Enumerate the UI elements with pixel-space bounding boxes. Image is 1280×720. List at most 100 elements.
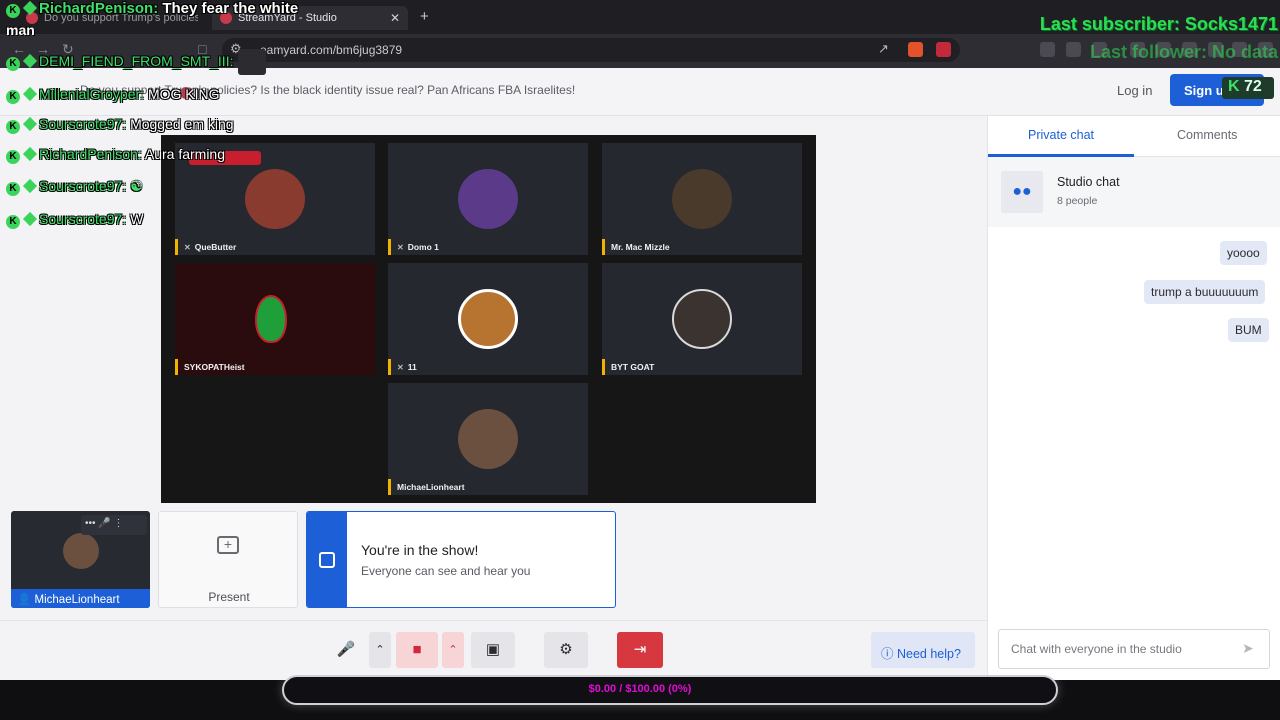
share-icon[interactable]: ↗ bbox=[878, 41, 889, 57]
participant-tile[interactable]: Mr. Mac Mizzle bbox=[602, 143, 802, 255]
last-subscriber-overlay: Last subscriber: Socks1471 bbox=[1039, 14, 1278, 34]
participant-name-tag: BYT GOAT bbox=[602, 359, 654, 375]
avatar bbox=[458, 409, 518, 469]
overlay-chat-message: K Sourscrote97: ☯ bbox=[6, 178, 143, 196]
last-follower-overlay: Last follower: No data bbox=[1089, 42, 1278, 62]
participant-name-tag: SYKOPATHeist bbox=[175, 359, 245, 375]
group-people-icon: ●● bbox=[1001, 171, 1043, 213]
mic-off-icon: ✕ bbox=[397, 363, 404, 372]
avatar bbox=[458, 169, 518, 229]
camera-controls[interactable]: ••• 🎤 ⋮ bbox=[81, 515, 147, 535]
participant-tile[interactable]: ✕ Domo 1 bbox=[388, 143, 588, 255]
need-help-button[interactable]: ⓘ Need help? bbox=[871, 632, 975, 668]
brave-rewards-icon[interactable] bbox=[936, 42, 951, 57]
overlay-chat-message: K MillenialGroyper: MOG KING bbox=[6, 86, 220, 104]
screen-share-icon: + bbox=[217, 536, 239, 554]
diamond-badge-icon bbox=[22, 53, 38, 69]
avatar bbox=[245, 169, 305, 229]
participant-name: Mr. Mac Mizzle bbox=[611, 242, 670, 252]
login-link[interactable]: Log in bbox=[1117, 83, 1152, 98]
avatar bbox=[672, 289, 732, 349]
overlay-chat-user: Sourscrote97: bbox=[39, 211, 127, 227]
share-screen-button[interactable]: ▣ bbox=[471, 632, 515, 668]
participant-name: MichaeLionheart bbox=[397, 482, 465, 492]
overlay-chat-text: They fear the white bbox=[162, 0, 299, 17]
camera-off-button[interactable]: ■ bbox=[396, 632, 438, 668]
kick-badge-icon: K bbox=[1228, 78, 1240, 95]
leave-studio-button[interactable]: ⇥ bbox=[617, 632, 663, 668]
diamond-badge-icon bbox=[22, 116, 38, 132]
kick-badge-icon: K bbox=[6, 182, 20, 196]
diamond-badge-icon bbox=[22, 211, 38, 227]
chat-message: yoooo bbox=[1220, 241, 1267, 265]
more-options-icon[interactable]: ⋮ bbox=[114, 518, 124, 529]
participant-name-tag: Mr. Mac Mizzle bbox=[602, 239, 670, 255]
overlay-chat-user: RichardPenison: bbox=[39, 146, 142, 162]
overlay-chat-text: MOG KING bbox=[147, 86, 220, 102]
participant-tile[interactable]: ✕ 11 bbox=[388, 263, 588, 375]
participant-name: QueButter bbox=[194, 242, 237, 252]
overlay-chat-user: MillenialGroyper: bbox=[39, 86, 145, 102]
participant-name-tag: MichaeLionheart bbox=[388, 479, 465, 495]
participant-name: 11 bbox=[407, 362, 417, 372]
kick-badge-icon: K bbox=[6, 4, 20, 18]
tab-comments[interactable]: Comments bbox=[1177, 128, 1237, 142]
self-name: MichaeLionheart bbox=[34, 594, 120, 606]
send-arrow-icon[interactable]: ➤ bbox=[1242, 640, 1254, 657]
participant-tile[interactable]: MichaeLionheart bbox=[388, 383, 588, 495]
diamond-badge-icon bbox=[22, 86, 38, 102]
overlay-chat-user: Sourscrote97: bbox=[39, 178, 127, 194]
donation-goal-text: $0.00 / $100.00 (0%) bbox=[588, 683, 692, 695]
overlay-chat-user: Sourscrote97: bbox=[39, 116, 127, 132]
new-tab-button[interactable]: + bbox=[420, 8, 429, 25]
kick-badge-icon: K bbox=[6, 57, 20, 71]
camera-options-chevron-icon[interactable]: ⌃ bbox=[442, 632, 464, 668]
help-label: Need help? bbox=[897, 647, 961, 661]
studio-chat-title: Studio chat bbox=[1057, 175, 1120, 189]
url-field[interactable]: eamyard.com/bm6jug3879 bbox=[222, 38, 960, 62]
close-tab-icon[interactable]: ✕ bbox=[390, 11, 400, 25]
overlay-chat-message: K DEMI_FIEND_FROM_SMT_III: bbox=[6, 53, 233, 71]
overlay-chat-user: RichardPenison: bbox=[39, 0, 159, 17]
overlay-chat-text: Mogged em king bbox=[130, 116, 234, 132]
self-name-tag: 👤 MichaeLionheart bbox=[11, 589, 150, 608]
tab-private-chat[interactable]: Private chat bbox=[1028, 128, 1094, 142]
avatar bbox=[63, 533, 99, 569]
mic-icon[interactable]: 🎤 bbox=[98, 518, 110, 529]
kick-badge-icon: K bbox=[6, 215, 20, 229]
avatar bbox=[458, 289, 518, 349]
stage-canvas: ✕ QueButter ✕ Domo 1 Mr. Mac Mizzle SYKOPA… bbox=[161, 135, 816, 503]
participant-tile[interactable]: BYT GOAT bbox=[602, 263, 802, 375]
overlay-chat-message: K Sourscrote97: W bbox=[6, 211, 143, 229]
overlay-chat-message: K RichardPenison: They fear the white bbox=[6, 0, 298, 18]
chat-message: trump a buuuuuuum bbox=[1144, 280, 1266, 304]
person-badge-icon bbox=[319, 552, 335, 568]
participant-name-tag: ✕ QueButter bbox=[175, 239, 236, 255]
mic-button[interactable]: 🎤 bbox=[327, 632, 365, 668]
viewer-count: 72 bbox=[1244, 78, 1262, 95]
participant-name-tag: ✕ 11 bbox=[388, 359, 417, 375]
mic-options-chevron-icon[interactable]: ⌃ bbox=[369, 632, 391, 668]
alien-emote-icon: ☯ bbox=[130, 178, 143, 194]
alien-video-icon bbox=[255, 295, 287, 343]
overlay-chat-user: DEMI_FIEND_FROM_SMT_III: bbox=[39, 53, 234, 69]
overlay-emote-image bbox=[238, 49, 266, 75]
in-show-notice: You're in the show! Everyone can see and… bbox=[306, 511, 616, 608]
help-icon: ⓘ bbox=[881, 647, 894, 661]
chat-input[interactable]: Chat with everyone in the studio bbox=[998, 629, 1270, 669]
chat-message: BUM bbox=[1228, 318, 1269, 342]
extension-icon[interactable] bbox=[1066, 42, 1081, 57]
participant-name: SYKOPATHeist bbox=[184, 362, 245, 372]
diamond-badge-icon bbox=[22, 0, 38, 16]
settings-gear-icon[interactable]: ⚙ bbox=[544, 632, 588, 668]
notice-title: You're in the show! bbox=[361, 542, 479, 558]
extension-icon[interactable] bbox=[1040, 42, 1055, 57]
participant-tile[interactable]: SYKOPATHeist bbox=[175, 263, 375, 375]
present-button[interactable]: + Present bbox=[158, 511, 298, 608]
studio-chat-people-count: 8 people bbox=[1057, 195, 1098, 207]
brave-shield-icon[interactable] bbox=[908, 42, 923, 57]
present-label: Present bbox=[208, 590, 250, 604]
diamond-badge-icon bbox=[22, 178, 38, 194]
participant-name: Domo 1 bbox=[407, 242, 439, 252]
diamond-badge-icon bbox=[22, 146, 38, 162]
